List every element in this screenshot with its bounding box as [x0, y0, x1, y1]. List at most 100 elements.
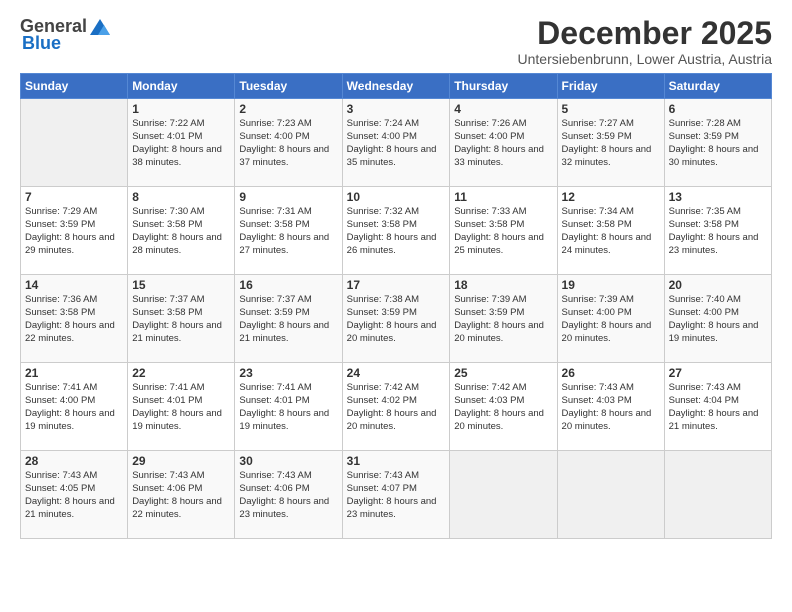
day-info: Sunrise: 7:32 AM Sunset: 3:58 PM Dayligh…	[347, 206, 446, 257]
calendar-cell: 17 Sunrise: 7:38 AM Sunset: 3:59 PM Dayli…	[342, 275, 450, 363]
calendar-cell: 15 Sunrise: 7:37 AM Sunset: 3:58 PM Dayli…	[128, 275, 235, 363]
calendar-cell: 29Sunrise: 7:43 AM Sunset: 4:06 PM Dayli…	[128, 451, 235, 539]
day-info: Sunrise: 7:31 AM Sunset: 3:58 PM Dayligh…	[239, 206, 337, 257]
logo: General Blue	[20, 16, 110, 54]
day-info: Sunrise: 7:40 AM Sunset: 4:00 PM Dayligh…	[669, 294, 767, 345]
day-info: Sunrise: 7:27 AM Sunset: 3:59 PM Dayligh…	[562, 118, 660, 169]
day-info: Sunrise: 7:28 AM Sunset: 3:59 PM Dayligh…	[669, 118, 767, 169]
day-number: 15	[132, 278, 230, 292]
day-number: 31	[347, 454, 446, 468]
calendar-cell: 20 Sunrise: 7:40 AM Sunset: 4:00 PM Dayli…	[664, 275, 771, 363]
day-info: Sunrise: 7:30 AM Sunset: 3:58 PM Dayligh…	[132, 206, 230, 257]
calendar-cell: 18Sunrise: 7:39 AM Sunset: 3:59 PM Dayli…	[450, 275, 557, 363]
calendar-cell	[664, 451, 771, 539]
page: General Blue December 2025 Untersiebenbr…	[0, 0, 792, 612]
day-info: Sunrise: 7:42 AM Sunset: 4:03 PM Dayligh…	[454, 382, 552, 433]
day-number: 12	[562, 190, 660, 204]
day-info: Sunrise: 7:38 AM Sunset: 3:59 PM Dayligh…	[347, 294, 446, 345]
day-info: Sunrise: 7:43 AM Sunset: 4:04 PM Dayligh…	[669, 382, 767, 433]
calendar-cell: 3Sunrise: 7:24 AM Sunset: 4:00 PM Daylig…	[342, 99, 450, 187]
calendar-cell: 1Sunrise: 7:22 AM Sunset: 4:01 PM Daylig…	[128, 99, 235, 187]
day-info: Sunrise: 7:41 AM Sunset: 4:01 PM Dayligh…	[239, 382, 337, 433]
calendar-cell: 28Sunrise: 7:43 AM Sunset: 4:05 PM Dayli…	[21, 451, 128, 539]
calendar: SundayMondayTuesdayWednesdayThursdayFrid…	[20, 73, 772, 539]
calendar-cell: 31 Sunrise: 7:43 AM Sunset: 4:07 PM Dayli…	[342, 451, 450, 539]
day-info: Sunrise: 7:42 AM Sunset: 4:02 PM Dayligh…	[347, 382, 446, 433]
calendar-cell: 11 Sunrise: 7:33 AM Sunset: 3:58 PM Dayli…	[450, 187, 557, 275]
day-number: 1	[132, 102, 230, 116]
day-number: 2	[239, 102, 337, 116]
calendar-cell	[557, 451, 664, 539]
day-number: 7	[25, 190, 123, 204]
calendar-cell: 14 Sunrise: 7:36 AM Sunset: 3:58 PM Dayli…	[21, 275, 128, 363]
weekday-header-friday: Friday	[557, 74, 664, 99]
day-number: 23	[239, 366, 337, 380]
day-info: Sunrise: 7:37 AM Sunset: 3:58 PM Dayligh…	[132, 294, 230, 345]
calendar-cell: 21 Sunrise: 7:41 AM Sunset: 4:00 PM Dayli…	[21, 363, 128, 451]
calendar-cell: 4Sunrise: 7:26 AM Sunset: 4:00 PM Daylig…	[450, 99, 557, 187]
day-number: 26	[562, 366, 660, 380]
calendar-cell: 27 Sunrise: 7:43 AM Sunset: 4:04 PM Dayli…	[664, 363, 771, 451]
day-info: Sunrise: 7:36 AM Sunset: 3:58 PM Dayligh…	[25, 294, 123, 345]
day-number: 29	[132, 454, 230, 468]
calendar-week-row: 21 Sunrise: 7:41 AM Sunset: 4:00 PM Dayli…	[21, 363, 772, 451]
day-number: 8	[132, 190, 230, 204]
day-number: 21	[25, 366, 123, 380]
day-info: Sunrise: 7:43 AM Sunset: 4:06 PM Dayligh…	[239, 470, 337, 521]
calendar-week-row: 7Sunrise: 7:29 AM Sunset: 3:59 PM Daylig…	[21, 187, 772, 275]
day-number: 9	[239, 190, 337, 204]
calendar-cell: 9 Sunrise: 7:31 AM Sunset: 3:58 PM Daylig…	[235, 187, 342, 275]
calendar-cell: 6 Sunrise: 7:28 AM Sunset: 3:59 PM Daylig…	[664, 99, 771, 187]
calendar-week-row: 1Sunrise: 7:22 AM Sunset: 4:01 PM Daylig…	[21, 99, 772, 187]
day-number: 19	[562, 278, 660, 292]
day-number: 24	[347, 366, 446, 380]
day-number: 10	[347, 190, 446, 204]
day-number: 17	[347, 278, 446, 292]
header: General Blue December 2025 Untersiebenbr…	[20, 16, 772, 67]
calendar-cell: 19 Sunrise: 7:39 AM Sunset: 4:00 PM Dayli…	[557, 275, 664, 363]
calendar-cell: 5Sunrise: 7:27 AM Sunset: 3:59 PM Daylig…	[557, 99, 664, 187]
day-number: 11	[454, 190, 552, 204]
calendar-cell: 12 Sunrise: 7:34 AM Sunset: 3:58 PM Dayli…	[557, 187, 664, 275]
day-info: Sunrise: 7:41 AM Sunset: 4:01 PM Dayligh…	[132, 382, 230, 433]
day-info: Sunrise: 7:35 AM Sunset: 3:58 PM Dayligh…	[669, 206, 767, 257]
logo-icon	[90, 19, 110, 35]
weekday-header-wednesday: Wednesday	[342, 74, 450, 99]
day-number: 6	[669, 102, 767, 116]
calendar-cell: 22 Sunrise: 7:41 AM Sunset: 4:01 PM Dayli…	[128, 363, 235, 451]
day-number: 25	[454, 366, 552, 380]
day-number: 14	[25, 278, 123, 292]
day-info: Sunrise: 7:34 AM Sunset: 3:58 PM Dayligh…	[562, 206, 660, 257]
calendar-week-row: 28Sunrise: 7:43 AM Sunset: 4:05 PM Dayli…	[21, 451, 772, 539]
day-info: Sunrise: 7:39 AM Sunset: 4:00 PM Dayligh…	[562, 294, 660, 345]
day-number: 20	[669, 278, 767, 292]
calendar-cell	[450, 451, 557, 539]
calendar-cell: 2 Sunrise: 7:23 AM Sunset: 4:00 PM Daylig…	[235, 99, 342, 187]
weekday-header-tuesday: Tuesday	[235, 74, 342, 99]
day-info: Sunrise: 7:43 AM Sunset: 4:03 PM Dayligh…	[562, 382, 660, 433]
weekday-header-thursday: Thursday	[450, 74, 557, 99]
calendar-cell: 25 Sunrise: 7:42 AM Sunset: 4:03 PM Dayli…	[450, 363, 557, 451]
day-number: 22	[132, 366, 230, 380]
calendar-cell: 30 Sunrise: 7:43 AM Sunset: 4:06 PM Dayli…	[235, 451, 342, 539]
calendar-cell	[21, 99, 128, 187]
day-info: Sunrise: 7:23 AM Sunset: 4:00 PM Dayligh…	[239, 118, 337, 169]
calendar-cell: 13 Sunrise: 7:35 AM Sunset: 3:58 PM Dayli…	[664, 187, 771, 275]
calendar-cell: 10 Sunrise: 7:32 AM Sunset: 3:58 PM Dayli…	[342, 187, 450, 275]
day-number: 13	[669, 190, 767, 204]
logo-blue-text: Blue	[22, 33, 61, 54]
calendar-cell: 26 Sunrise: 7:43 AM Sunset: 4:03 PM Dayli…	[557, 363, 664, 451]
day-info: Sunrise: 7:39 AM Sunset: 3:59 PM Dayligh…	[454, 294, 552, 345]
day-info: Sunrise: 7:24 AM Sunset: 4:00 PM Dayligh…	[347, 118, 446, 169]
day-number: 16	[239, 278, 337, 292]
day-info: Sunrise: 7:37 AM Sunset: 3:59 PM Dayligh…	[239, 294, 337, 345]
weekday-header-sunday: Sunday	[21, 74, 128, 99]
day-info: Sunrise: 7:33 AM Sunset: 3:58 PM Dayligh…	[454, 206, 552, 257]
day-info: Sunrise: 7:43 AM Sunset: 4:07 PM Dayligh…	[347, 470, 446, 521]
calendar-cell: 16 Sunrise: 7:37 AM Sunset: 3:59 PM Dayli…	[235, 275, 342, 363]
title-block: December 2025 Untersiebenbrunn, Lower Au…	[518, 16, 772, 67]
day-number: 27	[669, 366, 767, 380]
day-info: Sunrise: 7:43 AM Sunset: 4:05 PM Dayligh…	[25, 470, 123, 521]
day-info: Sunrise: 7:41 AM Sunset: 4:00 PM Dayligh…	[25, 382, 123, 433]
day-number: 30	[239, 454, 337, 468]
